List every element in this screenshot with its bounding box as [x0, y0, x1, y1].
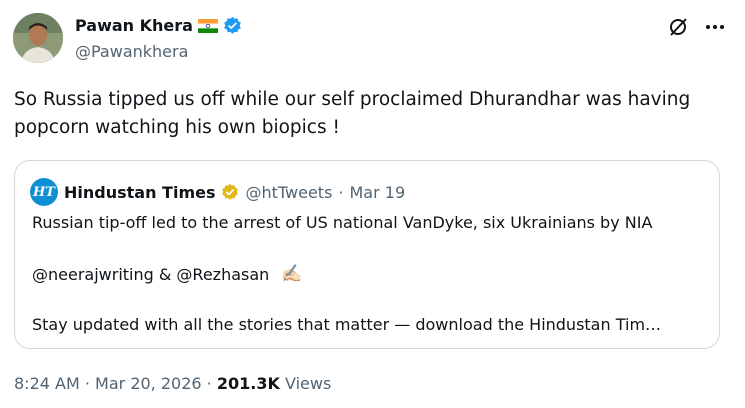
footer-separator: · — [84, 374, 90, 393]
hindustan-times-logo[interactable]: HT — [30, 178, 58, 206]
views-count: 201.3K — [216, 374, 280, 393]
tweet-date[interactable]: Mar 20, 2026 — [95, 374, 202, 393]
author-name[interactable]: Pawan Khera — [75, 16, 193, 35]
quote-text-line-2: @neerajwriting & @Rezhasan — [32, 264, 270, 284]
logo-text: HT — [33, 184, 55, 200]
quoted-tweet[interactable]: HT Hindustan Times @htTweets · Mar 19 Ru… — [14, 160, 720, 349]
views-label: Views — [284, 374, 332, 393]
gold-verified-badge-icon[interactable] — [221, 183, 239, 201]
author-handle[interactable]: @Pawankhera — [75, 42, 188, 61]
tweet-time[interactable]: 8:24 AM — [14, 374, 80, 393]
quote-text-line-1: Russian tip-off led to the arrest of US … — [32, 213, 653, 232]
quote-handle[interactable]: @htTweets — [245, 183, 332, 202]
avatar-photo — [13, 13, 63, 63]
india-flag-icon — [197, 18, 218, 33]
quote-author-name[interactable]: Hindustan Times — [64, 183, 215, 202]
quote-date[interactable]: Mar 19 — [350, 183, 406, 202]
grok-icon[interactable] — [667, 16, 689, 38]
footer-separator-2: · — [206, 374, 212, 393]
avatar[interactable] — [13, 13, 63, 63]
quote-separator: · — [338, 182, 344, 202]
tweet-footer: 8:24 AM · Mar 20, 2026 · 201.3K Views — [14, 374, 331, 393]
verified-badge-icon[interactable] — [223, 16, 242, 35]
more-icon[interactable] — [705, 24, 725, 30]
quote-text-line-3: Stay updated with all the stories that m… — [32, 315, 662, 334]
tweet-text: So Russia tipped us off while our self p… — [14, 89, 691, 138]
writing-hand-icon: ✍🏻 — [281, 264, 303, 284]
